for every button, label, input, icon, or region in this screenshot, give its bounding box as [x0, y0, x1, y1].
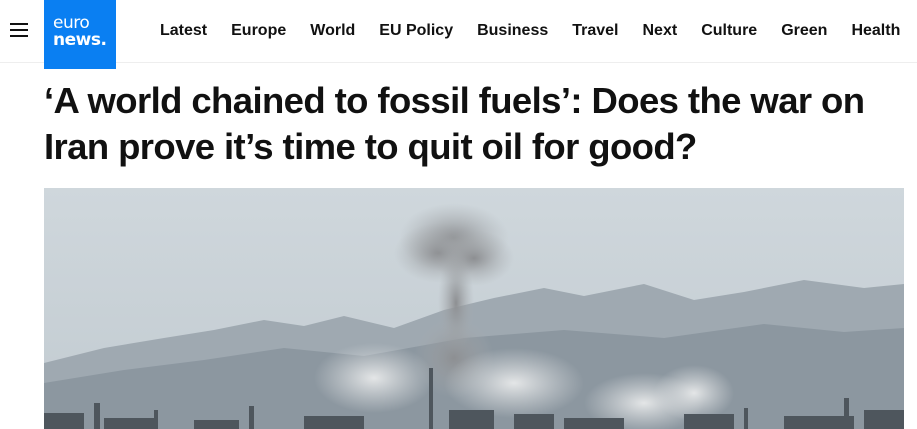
nav-item-travel[interactable]: Travel [572, 22, 618, 40]
nav-item-eu-policy[interactable]: EU Policy [379, 22, 453, 40]
nav-item-world[interactable]: World [310, 22, 355, 40]
hamburger-icon[interactable] [10, 21, 28, 37]
nav-item-health[interactable]: Health [851, 22, 900, 40]
smoke-over-city-photo [44, 188, 904, 429]
nav-item-europe[interactable]: Europe [231, 22, 286, 40]
logo-line-2: news. [53, 30, 107, 50]
main-nav: Latest Europe World EU Policy Business T… [148, 0, 917, 62]
article-headline: ‘A world chained to fossil fuels’: Does … [44, 80, 865, 167]
nav-item-latest[interactable]: Latest [160, 22, 207, 40]
nav-item-green[interactable]: Green [781, 22, 827, 40]
nav-item-business[interactable]: Business [477, 22, 548, 40]
site-header: euro news. Latest Europe World EU Policy… [0, 0, 917, 69]
article-hero-image [44, 188, 904, 429]
nav-item-next[interactable]: Next [643, 22, 678, 40]
nav-item-culture[interactable]: Culture [701, 22, 757, 40]
euronews-logo[interactable]: euro news. [44, 0, 116, 69]
